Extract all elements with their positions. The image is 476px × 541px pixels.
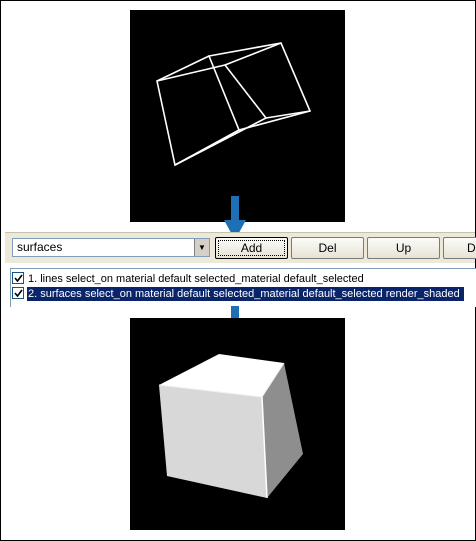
layer-checkbox[interactable] <box>12 287 24 299</box>
up-button[interactable]: Up <box>367 237 440 259</box>
del-button-label: Del <box>318 241 337 255</box>
wireframe-viewport[interactable] <box>130 10 345 222</box>
add-button[interactable]: Add <box>215 237 288 259</box>
del-button[interactable]: Del <box>291 237 364 259</box>
list-item[interactable]: 1. lines select_on material default sele… <box>11 272 476 286</box>
layer-checkbox[interactable] <box>12 272 24 284</box>
check-icon <box>14 274 23 283</box>
list-item-label: 1. lines select_on material default sele… <box>28 273 364 285</box>
combo-value: surfaces <box>17 240 63 254</box>
chevron-down-icon[interactable]: ▼ <box>194 239 209 256</box>
down-button[interactable]: D <box>443 237 476 259</box>
list-item-label: 2. surfaces select_on material default s… <box>27 287 464 301</box>
down-button-label: D <box>467 241 476 255</box>
check-icon <box>14 289 23 298</box>
list-item[interactable]: 2. surfaces select_on material default s… <box>11 287 476 301</box>
shaded-viewport[interactable] <box>130 318 345 530</box>
layer-combobox[interactable]: surfaces ▼ <box>12 238 210 257</box>
layer-list[interactable]: 1. lines select_on material default sele… <box>10 268 476 307</box>
shaded-cube <box>158 354 303 499</box>
toolbar: surfaces ▼ Add Del Up D <box>5 232 476 263</box>
up-button-label: Up <box>395 241 412 255</box>
wireframe-cube <box>156 42 312 167</box>
focus-rect <box>218 240 285 256</box>
